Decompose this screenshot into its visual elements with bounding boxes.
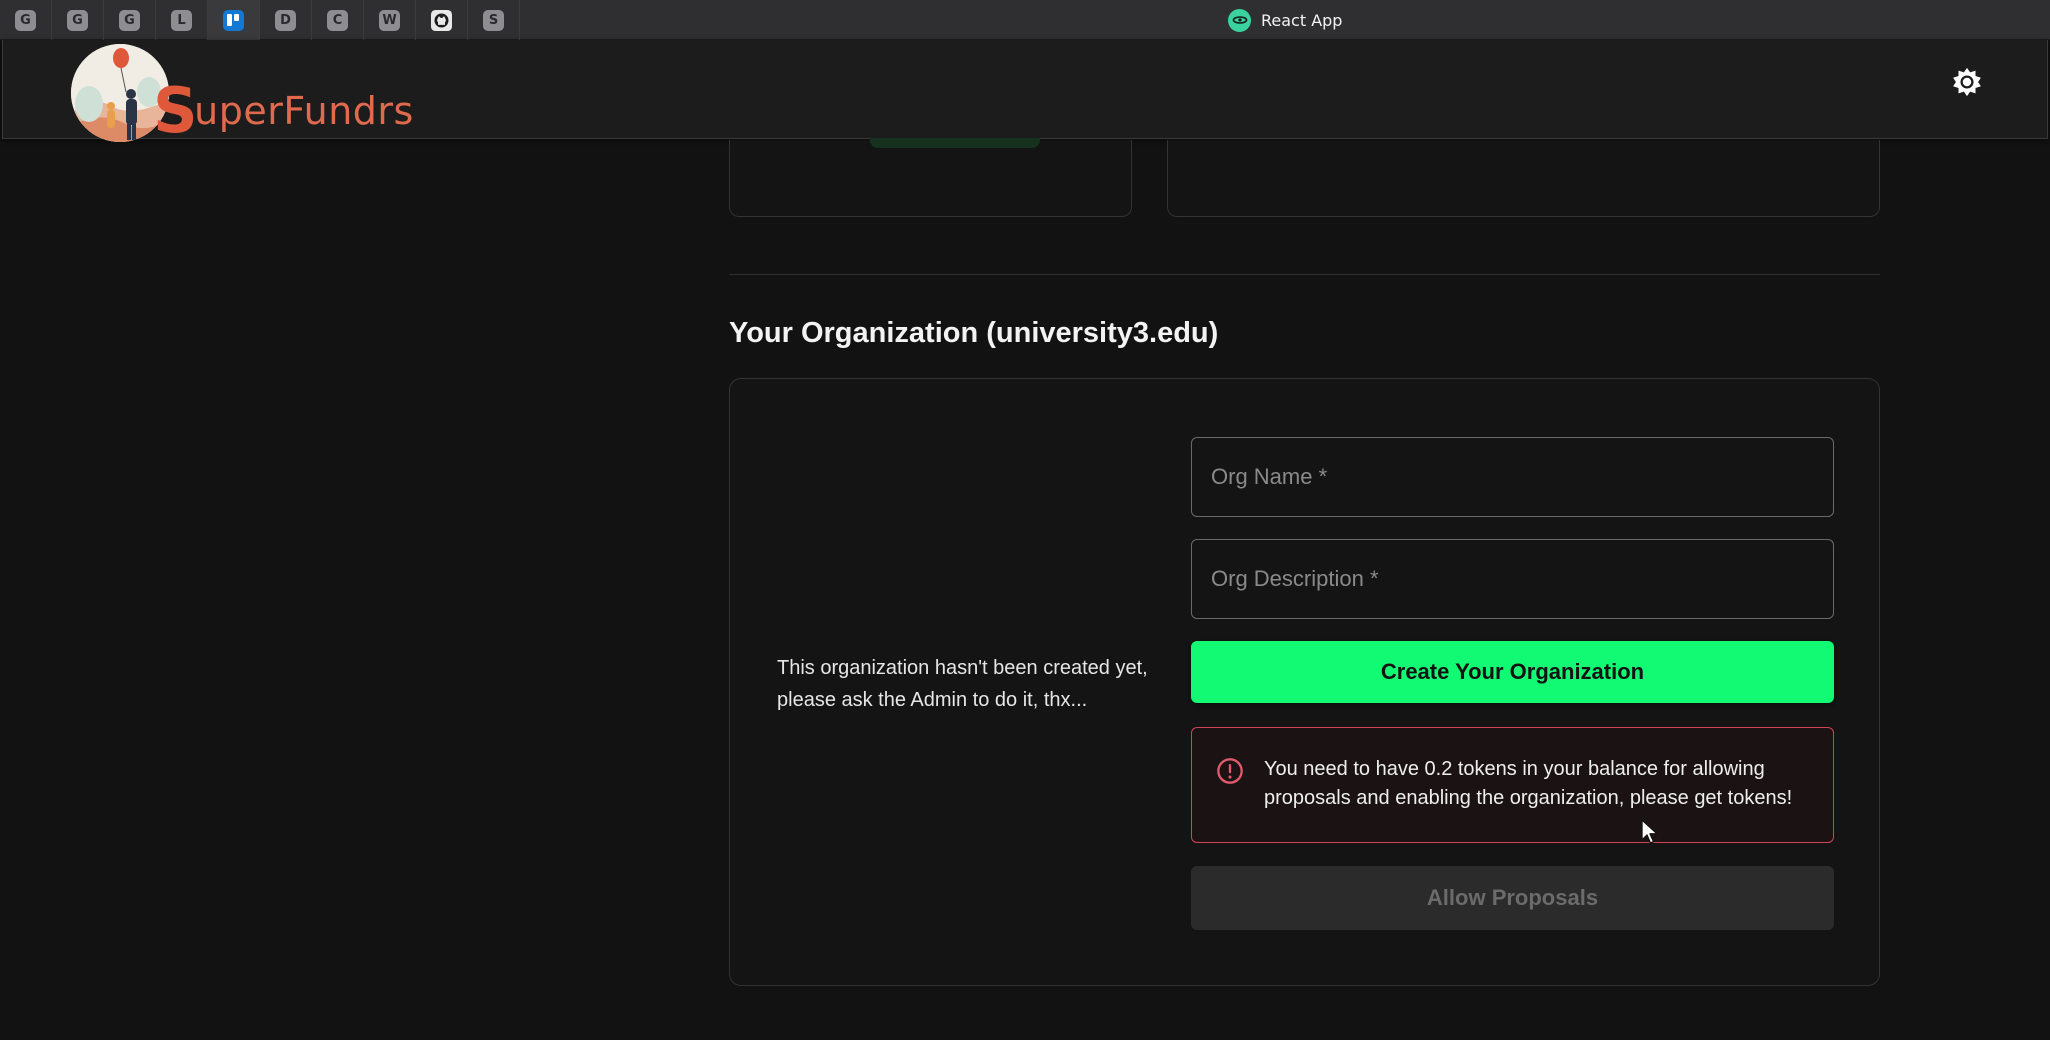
app-header: SuperFundrs [2, 40, 2048, 147]
section-divider [729, 274, 1880, 275]
google-icon: G [119, 9, 140, 31]
letter-w-icon: W [379, 9, 400, 31]
allow-proposals-button[interactable]: Allow Proposals [1191, 866, 1834, 930]
mouse-cursor-icon [1641, 819, 1658, 844]
browser-tab[interactable]: S [468, 0, 520, 40]
status-chip [870, 138, 1040, 148]
org-name-input[interactable] [1192, 438, 1833, 516]
create-organization-button[interactable]: Create Your Organization [1191, 641, 1834, 703]
browser-tab[interactable]: D [260, 0, 312, 40]
google-icon: G [67, 9, 88, 31]
organization-panel: This organization hasn't been created ye… [729, 378, 1880, 986]
organization-title: Your Organization (university3.edu) [729, 317, 1219, 349]
github-icon [431, 9, 452, 31]
browser-tab[interactable]: L [156, 0, 208, 40]
browser-tab[interactable]: G [104, 0, 156, 40]
trello-icon [223, 9, 244, 31]
organization-notice: This organization hasn't been created ye… [777, 657, 1148, 711]
active-tab-title: React App [1261, 10, 1343, 30]
org-description-field[interactable] [1191, 539, 1834, 619]
letter-l-icon: L [171, 9, 192, 31]
token-error-alert: You need to have 0.2 tokens in your bala… [1191, 727, 1834, 843]
stats-card [729, 138, 1132, 217]
react-app-icon [1228, 8, 1251, 32]
browser-tab[interactable]: W [364, 0, 416, 40]
error-circle-icon [1217, 758, 1243, 784]
brand-name: SuperFundrs [153, 74, 414, 147]
browser-tab[interactable] [208, 0, 260, 40]
letter-c-icon: C [327, 9, 348, 31]
letter-s-icon: S [483, 9, 504, 31]
browser-tab[interactable]: G [52, 0, 104, 40]
org-description-input[interactable] [1192, 540, 1833, 618]
browser-tab[interactable]: C [312, 0, 364, 40]
superfundrs-logo[interactable]: SuperFundrs [71, 44, 413, 147]
theme-toggle-button[interactable] [1947, 62, 1987, 102]
sun-icon [1953, 67, 1981, 97]
info-card [1167, 140, 1880, 217]
org-name-field[interactable] [1191, 437, 1834, 517]
browser-tab-strip: G G G L D C W S React App [0, 0, 2050, 40]
letter-d-icon: D [275, 9, 296, 31]
google-icon: G [15, 9, 36, 31]
browser-tab[interactable] [416, 0, 468, 40]
browser-tab[interactable]: G [0, 0, 52, 40]
active-tab[interactable]: React App [1228, 8, 1342, 32]
token-error-message: You need to have 0.2 tokens in your bala… [1264, 758, 1793, 809]
